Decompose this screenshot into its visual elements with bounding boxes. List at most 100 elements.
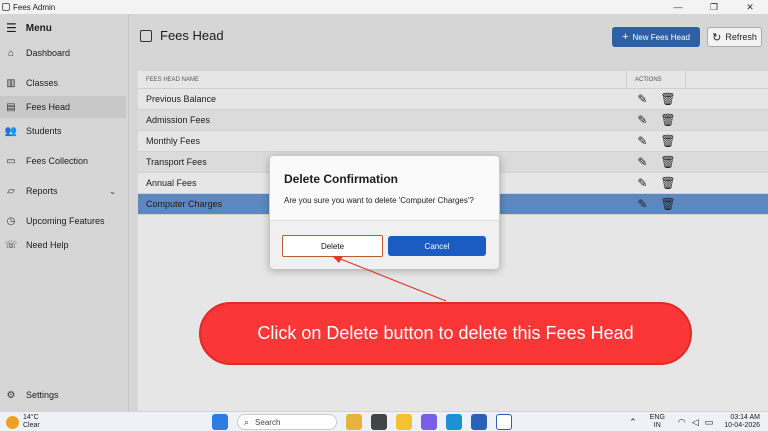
edit-icon[interactable]: ✎ — [637, 197, 647, 211]
taskbar: 14°C Clear ⌕ Search ⌃ ENG IN ◠ ◁ ▭ 03:14… — [0, 411, 768, 431]
page-title: Fees Head — [140, 28, 224, 43]
sidebar-item-label: Fees Head — [26, 102, 71, 112]
refresh-icon: ↻ — [712, 31, 722, 44]
table-row[interactable]: Monthly Fees ✎ 🗑 — [138, 131, 768, 152]
people-icon: 👥 — [4, 125, 18, 137]
edit-icon[interactable]: ✎ — [637, 113, 647, 127]
edit-icon[interactable]: ✎ — [637, 92, 647, 106]
trash-icon[interactable]: 🗑 — [660, 134, 675, 148]
fees-admin-app-icon[interactable] — [496, 414, 512, 430]
receipt-icon: ▭ — [6, 155, 16, 167]
phone-icon: ☏ — [4, 239, 18, 251]
refresh-button[interactable]: ↻ Refresh — [707, 27, 762, 47]
books-icon: ▥ — [6, 77, 16, 89]
clock[interactable]: 03:14 AM 10-04-2026 — [724, 414, 760, 430]
wifi-icon[interactable]: ◠ — [678, 417, 686, 428]
edit-icon[interactable]: ✎ — [637, 176, 647, 190]
window-title: Fees Admin — [13, 2, 56, 12]
sidebar-item-classes[interactable]: ▥ Classes — [0, 72, 126, 94]
trash-icon[interactable]: 🗑 — [660, 176, 675, 190]
sidebar-item-fees-collection[interactable]: ▭ Fees Collection — [0, 150, 126, 172]
new-fees-head-button[interactable]: + New Fees Head — [612, 27, 700, 47]
delete-button[interactable]: Delete — [282, 235, 383, 257]
language-indicator[interactable]: ENG IN — [650, 414, 665, 430]
weather-sun-icon — [6, 415, 19, 429]
chevron-down-icon: ⌄ — [109, 186, 116, 196]
search-placeholder: Search — [255, 417, 281, 427]
search-icon: ⌕ — [244, 416, 250, 427]
clock-icon: ◷ — [6, 215, 16, 227]
language-code: ENG — [649, 414, 665, 421]
weather-widget[interactable]: 14°C Clear — [6, 414, 40, 430]
dialog-footer: Delete Cancel — [270, 220, 499, 269]
trash-icon[interactable]: 🗑 — [660, 113, 675, 127]
trash-icon[interactable]: 🗑 — [660, 197, 675, 211]
file-explorer-icon[interactable] — [396, 414, 412, 430]
edit-icon[interactable]: ✎ — [637, 134, 647, 148]
instruction-callout: Click on Delete button to delete this Fe… — [199, 302, 692, 365]
list-icon: ▤ — [6, 101, 16, 113]
menu-toggle[interactable]: ☰ Menu — [0, 14, 128, 42]
sidebar-item-settings[interactable]: ⚙ Settings — [0, 384, 126, 406]
sidebar-item-label: Dashboard — [26, 48, 71, 58]
folder-icon: ▱ — [7, 185, 15, 197]
home-icon: ⌂ — [7, 47, 15, 59]
title-bar: Fees Admin — ❐ ✕ — [0, 0, 768, 14]
sidebar-item-need-help[interactable]: ☏ Need Help — [0, 234, 126, 256]
menu-label: Menu — [25, 22, 52, 34]
table-row[interactable]: Admission Fees ✎ 🗑 — [138, 110, 768, 131]
taskbar-search[interactable]: ⌕ Search — [237, 414, 337, 430]
page-title-text: Fees Head — [160, 28, 224, 43]
sidebar-item-label: Need Help — [26, 240, 69, 250]
sidebar: ☰ Menu ⌂ Dashboard ▥ Classes ▤ Fees Head… — [0, 14, 129, 411]
copilot-icon[interactable] — [421, 414, 437, 430]
clock-time: 03:14 AM — [730, 414, 760, 421]
task-view-icon[interactable] — [371, 414, 387, 430]
store-icon[interactable] — [471, 414, 487, 430]
list-icon — [140, 29, 152, 42]
sidebar-item-students[interactable]: 👥 Students — [0, 120, 126, 142]
sidebar-item-fees-head[interactable]: ▤ Fees Head — [0, 96, 126, 118]
gear-icon: ⚙ — [6, 389, 16, 401]
refresh-label: Refresh — [725, 32, 757, 42]
sidebar-item-label: Settings — [26, 390, 59, 400]
table-header: FEES HEAD NAME ACTIONS — [138, 71, 768, 89]
column-header-actions: ACTIONS — [627, 71, 686, 88]
table-row[interactable]: Previous Balance ✎ 🗑 — [138, 89, 768, 110]
edge-browser-icon[interactable] — [446, 414, 462, 430]
app-icon — [2, 3, 10, 11]
widget-app-icon[interactable] — [346, 414, 362, 430]
taskbar-apps: ⌕ Search — [212, 414, 521, 430]
delete-confirmation-dialog: Delete Confirmation Are you sure you wan… — [269, 155, 500, 269]
trash-icon[interactable]: 🗑 — [660, 92, 675, 106]
sidebar-item-label: Upcoming Features — [26, 216, 105, 226]
sidebar-item-dashboard[interactable]: ⌂ Dashboard — [0, 42, 126, 64]
row-name: Monthly Fees — [146, 136, 201, 146]
column-header-name[interactable]: FEES HEAD NAME — [138, 71, 627, 88]
dialog-message: Are you sure you want to delete 'Compute… — [284, 196, 474, 205]
sidebar-item-reports[interactable]: ▱ Reports ⌄ — [0, 180, 126, 202]
new-fees-head-label: New Fees Head — [632, 32, 690, 42]
cancel-button[interactable]: Cancel — [388, 236, 486, 256]
sidebar-item-label: Students — [26, 126, 62, 136]
chevron-up-icon[interactable]: ⌃ — [629, 417, 637, 428]
sidebar-item-label: Fees Collection — [26, 156, 89, 166]
minimize-button[interactable]: — — [660, 0, 696, 14]
language-region: IN — [653, 422, 661, 429]
close-button[interactable]: ✕ — [732, 0, 768, 14]
system-tray: ⌃ ENG IN ◠ ◁ ▭ 03:14 AM 10-04-2026 — [626, 414, 760, 430]
sidebar-item-label: Classes — [26, 78, 59, 88]
battery-icon[interactable]: ▭ — [705, 417, 714, 428]
windows-start-icon[interactable] — [212, 414, 228, 430]
trash-icon[interactable]: 🗑 — [660, 155, 675, 169]
maximize-button[interactable]: ❐ — [696, 0, 732, 14]
sidebar-item-label: Reports — [26, 186, 58, 196]
window-controls: — ❐ ✕ — [660, 0, 768, 14]
row-name: Admission Fees — [146, 115, 211, 125]
sidebar-item-upcoming-features[interactable]: ◷ Upcoming Features — [0, 210, 126, 232]
row-name: Previous Balance — [146, 94, 217, 104]
volume-icon[interactable]: ◁ — [692, 417, 699, 428]
weather-temp: 14°C — [23, 414, 39, 421]
edit-icon[interactable]: ✎ — [637, 155, 647, 169]
hamburger-icon: ☰ — [6, 21, 17, 35]
